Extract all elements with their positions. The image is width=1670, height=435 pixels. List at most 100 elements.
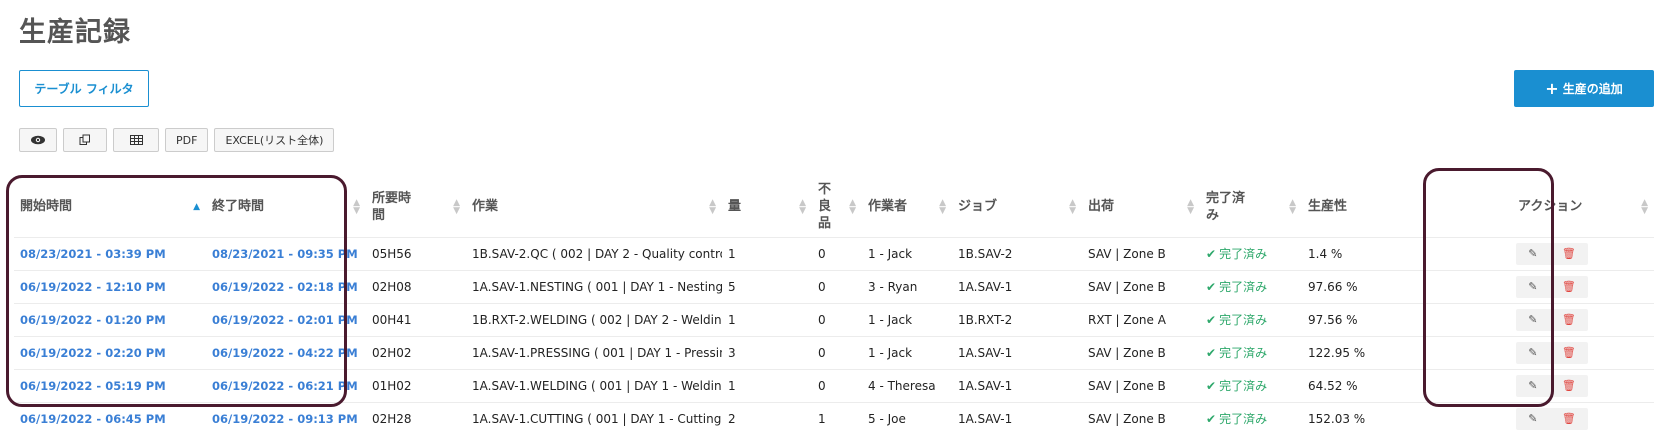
- column-header-start-time[interactable]: 開始時間 ▲: [14, 177, 206, 237]
- actions-cell: ✎ 🗑: [1410, 302, 1654, 336]
- delete-icon[interactable]: 🗑: [1562, 379, 1576, 392]
- start-time-cell[interactable]: 08/23/2021 - 03:39 PM: [14, 236, 206, 270]
- sort-icon: ▲ ▼: [1069, 197, 1076, 216]
- column-header-label: アクション: [1518, 199, 1583, 215]
- productivity-cell: 97.66 %: [1302, 269, 1410, 303]
- column-header-actions[interactable]: アクション ▲ ▼: [1410, 177, 1654, 237]
- table-row[interactable]: 06/19/2022 - 02:20 PM 06/19/2022 - 04:22 …: [14, 335, 1654, 369]
- edit-icon[interactable]: ✎: [1528, 346, 1537, 359]
- sort-icon: ▲ ▼: [1641, 197, 1648, 216]
- quantity-cell: 3: [722, 335, 812, 369]
- end-time-cell[interactable]: 06/19/2022 - 04:22 PM: [206, 335, 366, 369]
- delete-icon[interactable]: 🗑: [1562, 247, 1576, 260]
- defects-cell: 0: [812, 236, 862, 270]
- end-time-cell[interactable]: 06/19/2022 - 02:01 PM: [206, 302, 366, 336]
- productivity-cell: 97.56 %: [1302, 302, 1410, 336]
- table-header-row: 開始時間 ▲ 終了時間 ▲ ▼ 所要時間 ▲ ▼ 作業 ▲ ▼ 量 ▲ ▼ 不良品 ▲ ▼ 作業者 ▲ ▼…: [14, 177, 1654, 237]
- column-header-worker[interactable]: 作業者 ▲ ▼: [862, 177, 952, 237]
- start-time-cell[interactable]: 06/19/2022 - 05:19 PM: [14, 368, 206, 402]
- worker-cell: 1 - Jack: [862, 236, 952, 270]
- action-buttons: ✎ 🗑: [1516, 275, 1588, 298]
- operation-cell: 1A.SAV-1.NESTING ( 001 | DAY 1 - Nesting…: [466, 269, 722, 303]
- copy-icon: [79, 134, 90, 145]
- productivity-cell: 64.52 %: [1302, 368, 1410, 402]
- defects-cell: 0: [812, 269, 862, 303]
- job-cell: 1A.SAV-1: [952, 335, 1082, 369]
- table-row[interactable]: 06/19/2022 - 12:10 PM 06/19/2022 - 02:18 …: [14, 269, 1654, 303]
- worker-cell: 4 - Theresa: [862, 368, 952, 402]
- job-cell: 1B.RXT-2: [952, 302, 1082, 336]
- add-production-button[interactable]: + 生産の追加: [1514, 70, 1654, 107]
- defects-cell: 0: [812, 335, 862, 369]
- end-time-cell[interactable]: 08/23/2021 - 09:35 PM: [206, 236, 366, 270]
- table-filter-button[interactable]: テーブル フィルタ: [19, 70, 149, 107]
- actions-cell: ✎ 🗑: [1410, 368, 1654, 402]
- column-header-label: 終了時間: [212, 199, 265, 215]
- csv-button[interactable]: [113, 128, 159, 152]
- sort-icon: ▲ ▼: [453, 197, 460, 216]
- check-icon: ✔: [1206, 379, 1217, 393]
- start-time-cell[interactable]: 06/19/2022 - 06:45 PM: [14, 401, 206, 435]
- delete-icon[interactable]: 🗑: [1562, 412, 1576, 425]
- action-buttons: ✎ 🗑: [1516, 407, 1588, 430]
- table-row[interactable]: 06/19/2022 - 06:45 PM 06/19/2022 - 09:13 …: [14, 401, 1654, 435]
- productivity-cell: 152.03 %: [1302, 401, 1410, 435]
- start-time-cell[interactable]: 06/19/2022 - 12:10 PM: [14, 269, 206, 303]
- edit-icon[interactable]: ✎: [1528, 379, 1537, 392]
- column-header-operation[interactable]: 作業 ▲ ▼: [466, 177, 722, 237]
- completed-label: 完了済み: [1219, 379, 1268, 393]
- delete-icon[interactable]: 🗑: [1562, 280, 1576, 293]
- operation-cell: 1B.SAV-2.QC ( 002 | DAY 2 - Quality cont…: [466, 236, 722, 270]
- column-header-shipment[interactable]: 出荷 ▲ ▼: [1082, 177, 1200, 237]
- column-header-duration[interactable]: 所要時間 ▲ ▼: [366, 177, 466, 237]
- column-header-label: 生産性: [1308, 199, 1348, 215]
- column-header-productivity[interactable]: 生産性: [1302, 177, 1410, 237]
- completed-label: 完了済み: [1219, 247, 1268, 261]
- productivity-cell: 122.95 %: [1302, 335, 1410, 369]
- column-header-job[interactable]: ジョブ ▲ ▼: [952, 177, 1082, 237]
- shipment-cell: SAV | Zone B: [1082, 368, 1200, 402]
- start-time-cell[interactable]: 06/19/2022 - 02:20 PM: [14, 335, 206, 369]
- column-visibility-button[interactable]: [19, 128, 57, 152]
- delete-icon[interactable]: 🗑: [1562, 313, 1576, 326]
- actions-cell: ✎ 🗑: [1410, 401, 1654, 435]
- edit-icon[interactable]: ✎: [1528, 412, 1537, 425]
- plus-icon: +: [1545, 79, 1559, 98]
- start-time-cell[interactable]: 06/19/2022 - 01:20 PM: [14, 302, 206, 336]
- sort-icon: ▲ ▼: [709, 197, 716, 216]
- table-row[interactable]: 06/19/2022 - 05:19 PM 06/19/2022 - 06:21 …: [14, 368, 1654, 402]
- duration-cell: 00H41: [366, 302, 466, 336]
- table-row[interactable]: 06/19/2022 - 01:20 PM 06/19/2022 - 02:01 …: [14, 302, 1654, 336]
- check-icon: ✔: [1206, 412, 1217, 427]
- column-header-defects[interactable]: 不良品 ▲ ▼: [812, 177, 862, 237]
- action-buttons: ✎ 🗑: [1516, 308, 1588, 331]
- excel-button[interactable]: EXCEL(リスト全体): [214, 128, 335, 152]
- pdf-button[interactable]: PDF: [165, 128, 209, 152]
- completed-cell: ✔ 完了済み: [1200, 401, 1302, 435]
- table-row[interactable]: 08/23/2021 - 03:39 PM 08/23/2021 - 09:35 …: [14, 236, 1654, 270]
- column-header-quantity[interactable]: 量 ▲ ▼: [722, 177, 812, 237]
- completed-label: 完了済み: [1219, 280, 1268, 294]
- column-header-label: 出荷: [1088, 199, 1115, 215]
- delete-icon[interactable]: 🗑: [1562, 346, 1576, 359]
- operation-cell: 1A.SAV-1.CUTTING ( 001 | DAY 1 - Cutting…: [466, 401, 722, 435]
- sort-icon: ▲ ▼: [939, 197, 946, 216]
- column-header-completed[interactable]: 完了済み ▲ ▼: [1200, 177, 1302, 237]
- end-time-cell[interactable]: 06/19/2022 - 06:21 PM: [206, 368, 366, 402]
- actions-cell: ✎ 🗑: [1410, 269, 1654, 303]
- page-title: 生産記録: [19, 17, 131, 48]
- shipment-cell: SAV | Zone B: [1082, 335, 1200, 369]
- worker-cell: 1 - Jack: [862, 302, 952, 336]
- sort-icon: ▲ ▼: [849, 197, 856, 216]
- end-time-cell[interactable]: 06/19/2022 - 02:18 PM: [206, 269, 366, 303]
- edit-icon[interactable]: ✎: [1528, 313, 1537, 326]
- end-time-cell[interactable]: 06/19/2022 - 09:13 PM: [206, 401, 366, 435]
- completed-cell: ✔ 完了済み: [1200, 236, 1302, 270]
- column-header-end-time[interactable]: 終了時間 ▲ ▼: [206, 177, 366, 237]
- edit-icon[interactable]: ✎: [1528, 280, 1537, 293]
- table-body: 08/23/2021 - 03:39 PM 08/23/2021 - 09:35 …: [14, 236, 1654, 435]
- worker-cell: 3 - Ryan: [862, 269, 952, 303]
- column-header-label: 所要時間: [372, 190, 412, 223]
- copy-button[interactable]: [63, 128, 107, 152]
- edit-icon[interactable]: ✎: [1528, 247, 1537, 260]
